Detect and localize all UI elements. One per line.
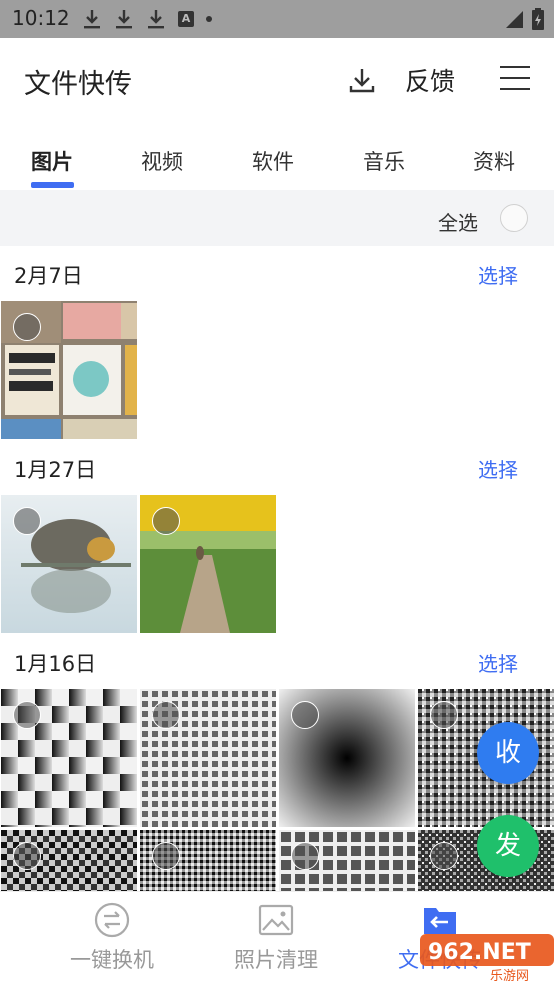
dot-icon <box>206 16 212 22</box>
date-label: 2月7日 <box>14 264 83 288</box>
select-all-bar: 全选 <box>0 190 554 246</box>
select-circle[interactable] <box>430 701 458 729</box>
photo-thumbnail[interactable] <box>140 830 276 891</box>
font-icon: A <box>178 11 194 27</box>
photo-thumbnail[interactable] <box>1 830 137 891</box>
send-button[interactable]: 发 <box>477 815 539 877</box>
select-circle[interactable] <box>13 507 41 535</box>
svg-text:乐游网: 乐游网 <box>490 969 529 984</box>
tab-images[interactable]: 图片 <box>31 146 73 176</box>
tab-indicator <box>31 182 74 188</box>
photo-thumbnail[interactable] <box>140 495 276 633</box>
status-time: 10:12 <box>12 6 70 30</box>
app-header: 文件快传 反馈 <box>0 38 554 120</box>
photo-thumbnail[interactable] <box>279 830 415 891</box>
select-circle[interactable] <box>13 842 41 870</box>
download-icon <box>82 8 102 30</box>
select-circle[interactable] <box>291 701 319 729</box>
date-group-header: 1月16日 选择 <box>0 636 554 686</box>
watermark-logo: 962.NET 乐游网 <box>420 932 554 984</box>
select-circle[interactable] <box>13 313 41 341</box>
select-group-button[interactable]: 选择 <box>478 648 518 677</box>
nav-item-phone-clone[interactable]: 一键换机 <box>37 892 187 985</box>
select-group-button[interactable]: 选择 <box>478 260 518 289</box>
tab-music[interactable]: 音乐 <box>363 146 405 176</box>
select-circle[interactable] <box>430 842 458 870</box>
select-circle[interactable] <box>152 701 180 729</box>
download-icon <box>146 8 166 30</box>
swap-icon <box>94 902 130 938</box>
download-icon[interactable] <box>346 64 378 96</box>
photo-thumbnail[interactable] <box>1 495 137 633</box>
date-group-header: 1月27日 选择 <box>0 442 554 492</box>
select-group-button[interactable]: 选择 <box>478 454 518 483</box>
signal-icon <box>506 11 523 28</box>
date-group-header: 2月7日 选择 <box>0 248 554 298</box>
feedback-button[interactable]: 反馈 <box>405 62 455 98</box>
menu-icon[interactable] <box>500 66 530 92</box>
select-circle[interactable] <box>291 842 319 870</box>
photo-thumbnail[interactable] <box>1 689 137 827</box>
tab-videos[interactable]: 视频 <box>141 146 183 176</box>
image-icon <box>258 904 294 936</box>
category-tabs: 图片 视频 软件 音乐 资料 <box>0 130 554 190</box>
nav-label: 一键换机 <box>70 948 154 972</box>
select-all-checkbox[interactable] <box>500 204 528 232</box>
nav-item-photo-cleanup[interactable]: 照片清理 <box>201 892 351 985</box>
photo-thumbnail[interactable] <box>1 301 137 439</box>
photo-thumbnail[interactable] <box>140 689 276 827</box>
date-label: 1月16日 <box>14 652 97 676</box>
receive-button[interactable]: 收 <box>477 722 539 784</box>
select-circle[interactable] <box>13 701 41 729</box>
select-all-label[interactable]: 全选 <box>438 207 478 236</box>
date-label: 1月27日 <box>14 458 97 482</box>
battery-icon <box>532 8 544 30</box>
page-title: 文件快传 <box>24 69 132 100</box>
download-icon <box>114 8 134 30</box>
select-circle[interactable] <box>152 842 180 870</box>
select-circle[interactable] <box>152 507 180 535</box>
svg-text:962.NET: 962.NET <box>428 940 531 965</box>
status-notification-icons: A <box>82 8 212 30</box>
tab-apps[interactable]: 软件 <box>252 146 294 176</box>
status-bar: 10:12 A <box>0 0 554 38</box>
tab-documents[interactable]: 资料 <box>473 146 515 176</box>
photo-thumbnail[interactable] <box>279 689 415 827</box>
nav-label: 照片清理 <box>234 948 318 972</box>
